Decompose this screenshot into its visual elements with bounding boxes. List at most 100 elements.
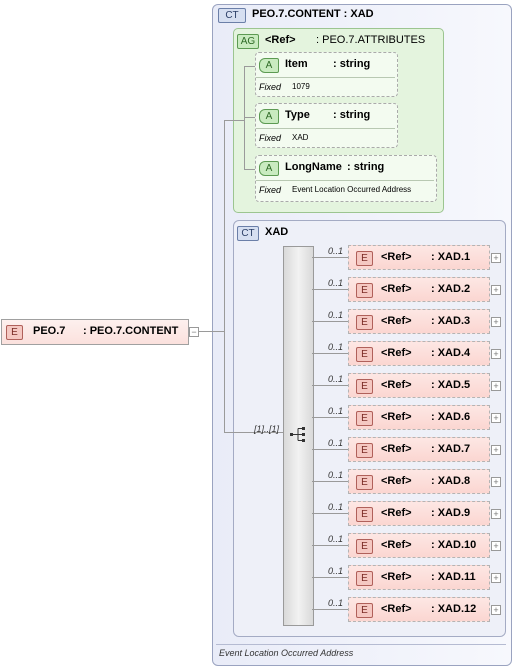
plus-icon[interactable]: + [491, 445, 501, 455]
element-connector [312, 609, 348, 610]
element-xad-11[interactable]: E <Ref>: XAD.11 [348, 565, 490, 590]
sequence-icon [290, 427, 305, 442]
element-badge: E [356, 475, 373, 490]
element-xad-4[interactable]: E <Ref>: XAD.4 [348, 341, 490, 366]
element-xad-10[interactable]: E <Ref>: XAD.10 [348, 533, 490, 558]
element-xad-5[interactable]: E <Ref>: XAD.5 [348, 373, 490, 398]
element-badge: E [356, 539, 373, 554]
element-badge: E [356, 347, 373, 362]
element-xad-1[interactable]: E <Ref>: XAD.1 [348, 245, 490, 270]
xad-title: XAD [265, 226, 289, 238]
root-connector [199, 331, 224, 332]
fixed-label: Fixed [259, 133, 282, 143]
element-badge: E [356, 443, 373, 458]
element-connector [312, 417, 348, 418]
element-xad-8[interactable]: E <Ref>: XAD.8 [348, 469, 490, 494]
element-connector [312, 289, 348, 290]
element-xad-7[interactable]: E <Ref> : XAD.7 [348, 437, 490, 462]
element-type: : XAD.2 [431, 283, 471, 295]
plus-icon[interactable]: + [491, 573, 501, 583]
root-element-badge: E [6, 325, 23, 340]
element-occurrence: 0..1 [328, 598, 344, 608]
attribute-longname[interactable] [255, 155, 437, 202]
plus-icon[interactable]: + [491, 349, 501, 359]
fixed-label: Fixed [259, 82, 282, 92]
plus-icon[interactable]: + [491, 285, 501, 295]
element-badge: E [356, 315, 373, 330]
element-ref: <Ref> [381, 507, 412, 519]
attribute-connector [244, 66, 245, 170]
element-occurrence: 0..1 [328, 342, 344, 352]
element-type: : XAD.3 [431, 315, 471, 327]
plus-icon[interactable]: + [491, 413, 501, 423]
footer-separator [216, 644, 506, 645]
element-occurrence: 0..1 [328, 502, 344, 512]
attribute-group-type: : PEO.7.ATTRIBUTES [316, 34, 426, 46]
attribute-connector [244, 169, 255, 170]
element-connector [312, 385, 348, 386]
element-occurrence: 0..1 [328, 566, 344, 576]
element-type: : XAD.11 [431, 571, 476, 583]
element-badge: E [356, 379, 373, 394]
element-type: : XAD.10 [431, 539, 477, 551]
element-ref: <Ref> [381, 443, 412, 455]
element-xad-9[interactable]: E <Ref>: XAD.9 [348, 501, 490, 526]
fixed-value: 1079 [292, 82, 310, 91]
element-type: : XAD.4 [431, 347, 471, 359]
element-occurrence: 0..1 [328, 470, 344, 480]
plus-icon[interactable]: + [491, 381, 501, 391]
element-type: : XAD.5 [431, 379, 471, 391]
element-badge: E [356, 507, 373, 522]
plus-icon[interactable]: + [491, 541, 501, 551]
element-badge: E [356, 283, 373, 298]
element-ref: <Ref> [381, 411, 412, 423]
fixed-label: Fixed [259, 185, 282, 195]
element-connector [312, 449, 348, 450]
complex-type-badge: CT [218, 8, 246, 23]
attribute-connector [244, 117, 255, 118]
footer-annotation: Event Location Occurred Address [219, 648, 354, 658]
element-connector [312, 257, 348, 258]
element-connector [312, 353, 348, 354]
element-xad-3[interactable]: E <Ref> : XAD.3 [348, 309, 490, 334]
content-trunk [224, 120, 225, 432]
fixed-value: Event Location Occurred Address [292, 185, 412, 194]
attribute-type: : string [333, 58, 371, 70]
element-occurrence: 0..1 [328, 534, 344, 544]
attribute-name: Item [285, 58, 308, 70]
attribute-divider [256, 128, 395, 129]
element-ref: <Ref> [381, 283, 412, 295]
plus-icon[interactable]: + [491, 253, 501, 263]
element-occurrence: 0..1 [328, 374, 344, 384]
element-ref: <Ref> [381, 315, 412, 327]
attribute-name: Type [285, 109, 310, 121]
element-connector [312, 481, 348, 482]
attribute-divider [256, 180, 434, 181]
plus-icon[interactable]: + [491, 605, 501, 615]
element-badge: E [356, 603, 373, 618]
element-badge: E [356, 251, 373, 266]
element-connector [312, 513, 348, 514]
attribute-group-ref: <Ref> [265, 34, 296, 46]
element-occurrence: 0..1 [328, 246, 344, 256]
element-occurrence: 0..1 [328, 438, 344, 448]
element-xad-2[interactable]: E <Ref> : XAD.2 [348, 277, 490, 302]
plus-icon[interactable]: + [491, 477, 501, 487]
sequence-occurrence: [1]..[1] [254, 424, 280, 434]
attribute-badge: A [259, 109, 279, 124]
element-xad-12[interactable]: E <Ref>: XAD.12 [348, 597, 490, 622]
element-ref: <Ref> [381, 571, 412, 583]
attribute-badge: A [259, 161, 279, 176]
plus-icon[interactable]: + [491, 509, 501, 519]
element-type: : XAD.7 [431, 443, 471, 455]
element-xad-6[interactable]: E <Ref>: XAD.6 [348, 405, 490, 430]
attribute-group-badge: AG [237, 34, 259, 49]
plus-icon[interactable]: + [491, 317, 501, 327]
element-occurrence: 0..1 [328, 310, 344, 320]
collapse-icon[interactable]: − [189, 327, 199, 337]
element-ref: <Ref> [381, 603, 412, 615]
attribute-connector [224, 120, 244, 121]
attribute-name: LongName [285, 161, 342, 173]
element-badge: E [356, 411, 373, 426]
element-connector [312, 577, 348, 578]
